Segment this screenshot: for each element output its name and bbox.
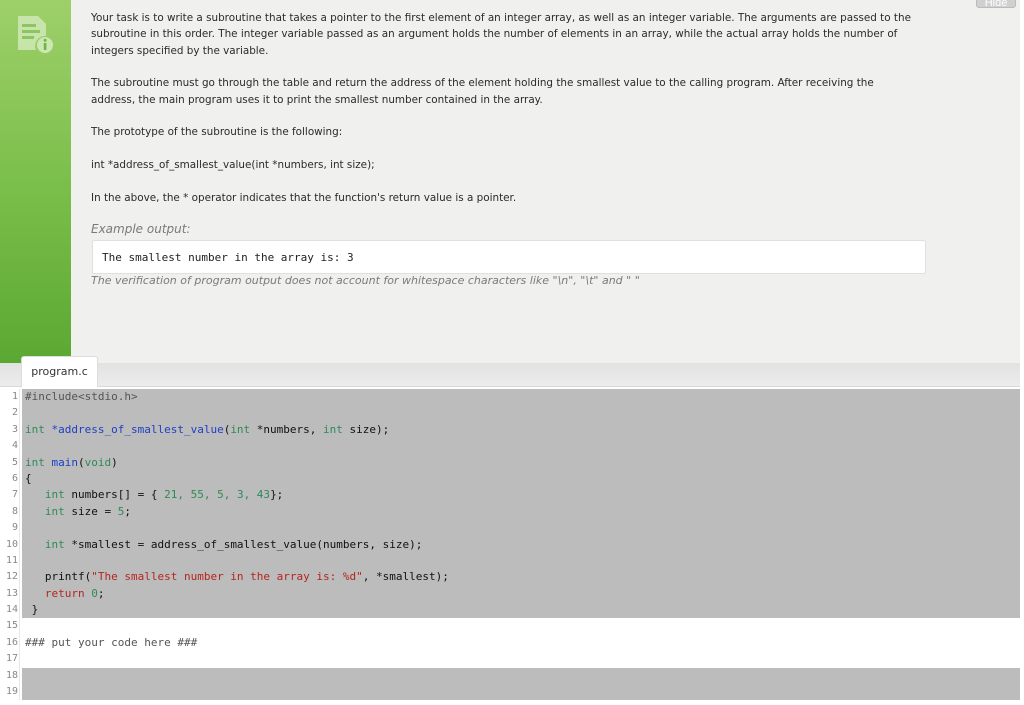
code-token: 21, 55, 5, 3, 43 <box>164 488 271 502</box>
code-token: *smallest = address_of_smallest_value(nu… <box>64 537 423 551</box>
task-paragraph: Your task is to write a subroutine that … <box>91 12 911 57</box>
code-line: 6 { <box>0 470 1020 488</box>
code-token: size = <box>64 504 118 518</box>
code-token: return <box>44 586 85 600</box>
code-line: 19 <box>0 684 1020 701</box>
code-line: 18 <box>0 667 1020 685</box>
example-output-box: The smallest number in the array is: 3 <box>92 240 926 274</box>
line-number: 3 <box>0 421 20 439</box>
code-line[interactable]: 15 <box>0 618 1020 635</box>
code-line: 13 return 0; <box>0 585 1020 603</box>
prototype-text: int *address_of_smallest_value(int *numb… <box>91 158 375 171</box>
code-placeholder-comment: ### put your code here ### <box>25 635 198 649</box>
line-number: 14 <box>0 602 20 619</box>
line-number: 12 <box>0 569 20 586</box>
code-token: *numbers, <box>250 422 324 436</box>
line-number: 16 <box>0 634 20 652</box>
task-panel: Hide Your task is to write a subroutine … <box>0 0 1020 363</box>
code-line: 10 int *smallest = address_of_smallest_v… <box>0 536 1020 553</box>
line-number: 4 <box>0 438 20 455</box>
line-number: 19 <box>0 684 20 701</box>
code-token: ; <box>97 586 105 600</box>
code-token: int <box>25 422 45 436</box>
document-info-icon <box>18 16 53 53</box>
code-token: ( <box>78 455 85 469</box>
code-line: 9 <box>0 520 1020 537</box>
code-token: main <box>51 455 79 469</box>
task-paragraph: In the above, the * operator indicates t… <box>91 191 517 204</box>
code-token: ) <box>111 455 118 469</box>
line-number: 6 <box>0 470 20 488</box>
task-paragraph: The subroutine must go through the table… <box>91 77 874 106</box>
code-line-editable[interactable]: 17 <box>0 651 1020 668</box>
code-token: "The smallest number in the array is: %d… <box>91 570 363 584</box>
code-line: 11 <box>0 552 1020 570</box>
task-paragraph: The prototype of the subroutine is the f… <box>91 126 343 139</box>
line-number: 8 <box>0 503 20 521</box>
example-output-label: Example output: <box>91 222 191 236</box>
code-token: int <box>44 504 65 518</box>
line-number: 5 <box>0 454 20 471</box>
line-number: 13 <box>0 585 20 603</box>
code-line: 4 <box>0 438 1020 455</box>
task-sidebar <box>0 0 71 363</box>
code-token: }; <box>270 488 284 502</box>
code-token: int <box>323 422 343 436</box>
code-line: 5 int main(void) <box>0 454 1020 471</box>
code-line-editable[interactable]: 16 ### put your code here ### <box>0 634 1020 652</box>
code-token: size); <box>342 422 390 436</box>
code-line: 3 int *address_of_smallest_value(int *nu… <box>0 421 1020 439</box>
tab-program-c[interactable]: program.c <box>21 356 98 387</box>
code-token: int <box>25 455 45 469</box>
line-number: 7 <box>0 487 20 504</box>
code-line: 2 <box>0 405 1020 422</box>
code-token: , *smallest); <box>362 570 449 584</box>
line-number: 9 <box>0 520 20 537</box>
line-number: 18 <box>0 667 20 685</box>
code-line: 7 int numbers[] = { 21, 55, 5, 3, 43}; <box>0 487 1020 504</box>
code-token: int <box>44 488 65 502</box>
code-token: ; <box>124 504 131 518</box>
code-line: 12 printf("The smallest number in the ar… <box>0 569 1020 586</box>
code-token: int <box>230 422 251 436</box>
code-token: int <box>44 537 65 551</box>
line-number: 15 <box>0 618 20 635</box>
task-description: Your task is to write a subroutine that … <box>91 10 921 222</box>
code-line: 1 #include<stdio.h> <box>0 389 1020 406</box>
hide-button[interactable]: Hide <box>976 0 1016 9</box>
line-number: 1 <box>0 389 20 406</box>
line-number: 10 <box>0 536 20 553</box>
code-token: 0 <box>91 586 98 600</box>
code-token: void <box>84 455 112 469</box>
code-token: printf( <box>44 570 92 584</box>
line-number: 2 <box>0 405 20 422</box>
code-editor[interactable]: 1 #include<stdio.h> 2 3 int *address_of_… <box>0 389 1020 705</box>
code-token: *address_of_smallest_value <box>51 422 224 436</box>
code-line: 8 int size = 5; <box>0 503 1020 521</box>
code-token: #include<stdio.h> <box>25 390 138 403</box>
code-token: } <box>31 603 39 617</box>
code-token: { <box>25 471 32 485</box>
code-line: 14 } <box>0 602 1020 619</box>
editor-tab-strip <box>0 363 1020 387</box>
line-number: 17 <box>0 651 20 668</box>
verification-note: The verification of program output does … <box>91 274 640 287</box>
code-token: numbers[] = { <box>64 488 165 502</box>
line-number: 11 <box>0 552 20 570</box>
